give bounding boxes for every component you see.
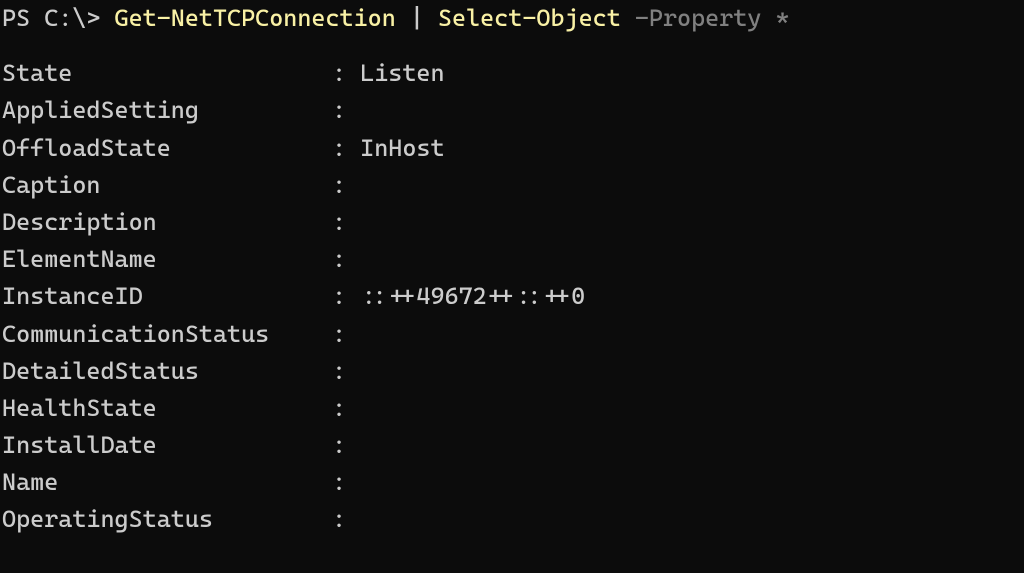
property-key: Name xyxy=(2,464,332,501)
output-row: HealthState: xyxy=(2,390,1022,427)
property-value: Listen xyxy=(360,59,444,87)
property-key: Description xyxy=(2,204,332,241)
property-key: State xyxy=(2,55,332,92)
parameter-value-wildcard: * xyxy=(775,4,789,32)
output-row: State: Listen xyxy=(2,55,1022,92)
cmdlet-select-object: Select-Object xyxy=(438,4,621,32)
property-key: InstallDate xyxy=(2,427,332,464)
prompt-prefix: PS C:\> xyxy=(2,4,115,32)
property-key: DetailedStatus xyxy=(2,353,332,390)
property-key: Caption xyxy=(2,167,332,204)
output-row: Name: xyxy=(2,464,1022,501)
terminal[interactable]: PS C:\> Get-NetTCPConnection | Select-Ob… xyxy=(0,0,1024,539)
output-block: State: Listen AppliedSetting: OffloadSta… xyxy=(0,55,1024,538)
output-row: OffloadState: InHost xyxy=(2,130,1022,167)
pipe-operator: | xyxy=(396,4,438,32)
output-row: InstanceID: ::++49672++::++0 xyxy=(2,278,1022,315)
prompt-line: PS C:\> Get-NetTCPConnection | Select-Ob… xyxy=(0,0,1024,55)
output-row: DetailedStatus: xyxy=(2,353,1022,390)
output-row: InstallDate: xyxy=(2,427,1022,464)
property-key: ElementName xyxy=(2,241,332,278)
output-row: AppliedSetting: xyxy=(2,92,1022,129)
property-value: InHost xyxy=(360,134,444,162)
cmdlet-get-nettcpconnection: Get-NetTCPConnection xyxy=(115,4,396,32)
output-row: OperatingStatus: xyxy=(2,501,1022,538)
output-row: Caption: xyxy=(2,167,1022,204)
property-key: OperatingStatus xyxy=(2,501,332,538)
parameter-property: -Property xyxy=(621,4,776,32)
property-key: HealthState xyxy=(2,390,332,427)
output-row: ElementName: xyxy=(2,241,1022,278)
property-key: AppliedSetting xyxy=(2,92,332,129)
output-row: Description: xyxy=(2,204,1022,241)
property-key: OffloadState xyxy=(2,130,332,167)
property-key: InstanceID xyxy=(2,278,332,315)
property-value: ::++49672++::++0 xyxy=(360,282,585,310)
property-key: CommunicationStatus xyxy=(2,316,332,353)
output-row: CommunicationStatus: xyxy=(2,316,1022,353)
